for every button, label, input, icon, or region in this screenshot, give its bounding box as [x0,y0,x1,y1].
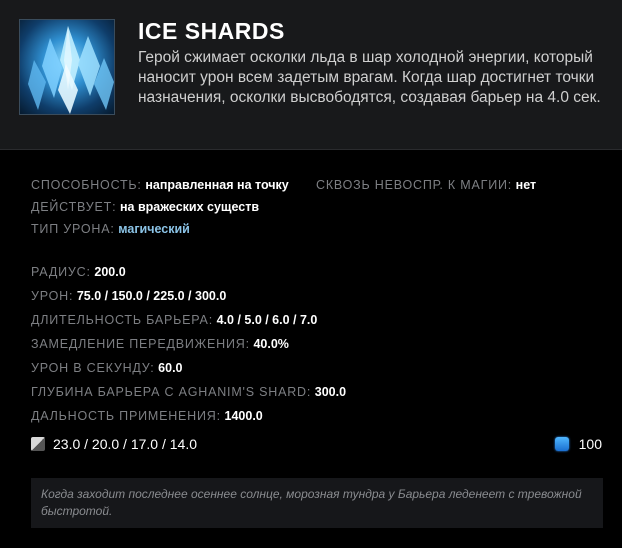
affects-row: ДЕЙСТВУЕТ: на вражеских существ [31,196,591,218]
stat-label: ЗАМЕДЛЕНИЕ ПЕРЕДВИЖЕНИЯ: [31,337,250,351]
stat-value: 200.0 [94,265,126,279]
damage-type-label: ТИП УРОНА: [31,222,115,236]
ability-behavior-value: направленная на точку [145,178,289,192]
damage-type-row: ТИП УРОНА: магический [31,218,591,240]
stat-row: УРОН В СЕКУНДУ: 60.0 [31,356,591,380]
stat-row: ЗАМЕДЛЕНИЕ ПЕРЕДВИЖЕНИЯ: 40.0% [31,332,591,356]
spell-immunity-label: СКВОЗЬ НЕВОСПР. К МАГИИ: [316,178,513,192]
stat-value: 60.0 [158,361,183,375]
ability-tooltip: ICE SHARDS Герой сжимает осколки льда в … [0,0,622,548]
stat-value: 75.0 / 150.0 / 225.0 / 300.0 [76,289,227,303]
stat-value: 1400.0 [224,409,263,423]
stat-label: РАДИУС: [31,265,91,279]
stat-label: УРОН: [31,289,74,303]
stat-row: ДЛИТЕЛЬНОСТЬ БАРЬЕРА: 4.0 / 5.0 / 6.0 / … [31,308,591,332]
cooldown-icon [31,437,45,451]
stat-row: ГЛУБИНА БАРЬЕРА С AGHANIM'S SHARD: 300.0 [31,380,591,404]
ability-title: ICE SHARDS [138,18,285,44]
ice-crystal-icon [19,19,115,115]
affects-value: на вражеских существ [119,200,260,214]
ability-properties: СПОСОБНОСТЬ: направленная на точку СКВОЗ… [31,174,591,240]
stat-label: ДЛИТЕЛЬНОСТЬ БАРЬЕРА: [31,313,213,327]
stat-row: РАДИУС: 200.0 [31,260,591,284]
stat-row: УРОН: 75.0 / 150.0 / 225.0 / 300.0 [31,284,591,308]
stat-label: УРОН В СЕКУНДУ: [31,361,155,375]
lore-text: Когда заходит последнее осеннее солнце, … [31,478,603,528]
stat-value: 300.0 [314,385,347,399]
ability-stats: РАДИУС: 200.0 УРОН: 75.0 / 150.0 / 225.0… [31,260,591,428]
ability-costs: 23.0 / 20.0 / 17.0 / 14.0 100 [31,436,602,456]
damage-type-value: магический [118,222,190,236]
ability-description: Герой сжимает осколки льда в шар холодно… [138,49,601,106]
ability-behavior-row: СПОСОБНОСТЬ: направленная на точку СКВОЗ… [31,174,591,196]
stat-row: ДАЛЬНОСТЬ ПРИМЕНЕНИЯ: 1400.0 [31,404,591,428]
stat-label: ДАЛЬНОСТЬ ПРИМЕНЕНИЯ: [31,409,221,423]
tooltip-body: СПОСОБНОСТЬ: направленная на точку СКВОЗ… [0,150,622,428]
mana-cost: 100 [554,436,602,452]
cooldown: 23.0 / 20.0 / 17.0 / 14.0 [31,436,197,452]
ability-behavior-label: СПОСОБНОСТЬ: [31,178,142,192]
affects-label: ДЕЙСТВУЕТ: [31,200,117,214]
mana-icon [554,437,569,451]
tooltip-header: ICE SHARDS Герой сжимает осколки льда в … [0,0,622,150]
stat-value: 4.0 / 5.0 / 6.0 / 7.0 [216,313,318,327]
mana-value: 100 [578,436,602,452]
stat-value: 40.0% [253,337,289,351]
spell-immunity-value: нет [515,178,537,192]
stat-label: ГЛУБИНА БАРЬЕРА С AGHANIM'S SHARD: [31,385,312,399]
cooldown-value: 23.0 / 20.0 / 17.0 / 14.0 [53,436,197,452]
